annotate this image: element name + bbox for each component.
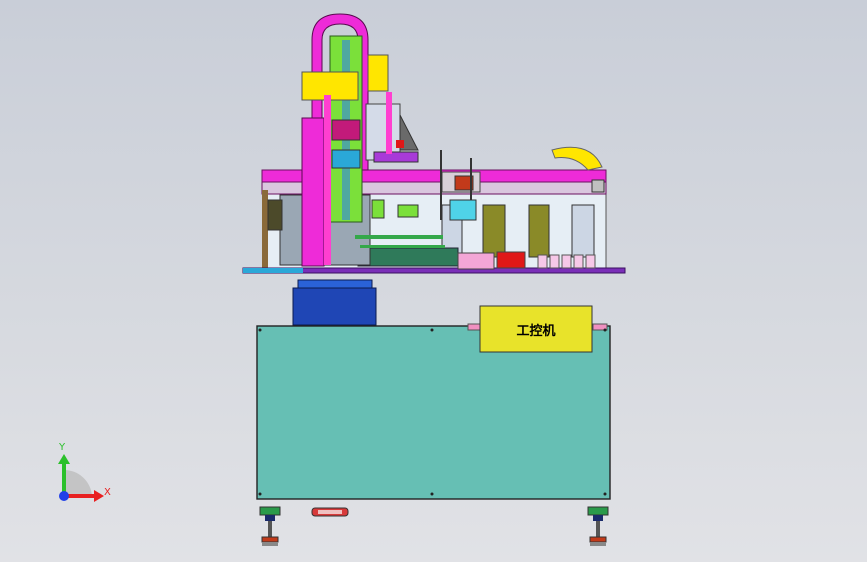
motor-top-plate [297, 279, 373, 289]
machine-assembly-drawing [58, 13, 626, 546]
frame-window [528, 204, 550, 258]
coordinate-triad [58, 454, 104, 502]
purple-mount [373, 151, 419, 163]
frame-window [571, 204, 595, 258]
z-axis-block-blue [331, 149, 361, 169]
z-axis-side-yellow [367, 54, 389, 92]
frame-leg-left [262, 190, 268, 270]
mechanism-green-part [371, 199, 385, 219]
leveling-foot-right [587, 506, 609, 546]
beam-end-cap [591, 179, 605, 193]
motor-housing [292, 287, 377, 326]
green-rail [360, 245, 445, 248]
z-axis-block-pink [331, 119, 361, 141]
mechanism-brown-part [267, 199, 283, 231]
red-motor-dot [396, 140, 404, 148]
gripper-cyan [449, 199, 477, 221]
control-panel-label-box [479, 305, 593, 353]
arm-pink-rail [324, 95, 331, 265]
vertical-arm-magenta [301, 117, 325, 267]
mechanism-green-part [397, 204, 419, 218]
caster-wheel [311, 507, 349, 517]
red-block [496, 251, 526, 269]
green-rail [355, 235, 443, 239]
frame-window [482, 204, 506, 258]
cad-viewport[interactable]: 工控机 Y X [0, 0, 867, 562]
cable-guard-curve [551, 146, 603, 171]
base-plate-blue-edge [243, 268, 303, 273]
pink-vertical [386, 92, 392, 154]
z-axis-dot [59, 491, 69, 501]
conveyor-strip [357, 247, 459, 267]
gripper-rod [440, 150, 442, 220]
bottle-row [537, 254, 596, 269]
leveling-foot-left [259, 506, 281, 546]
tray-pink [457, 252, 495, 270]
